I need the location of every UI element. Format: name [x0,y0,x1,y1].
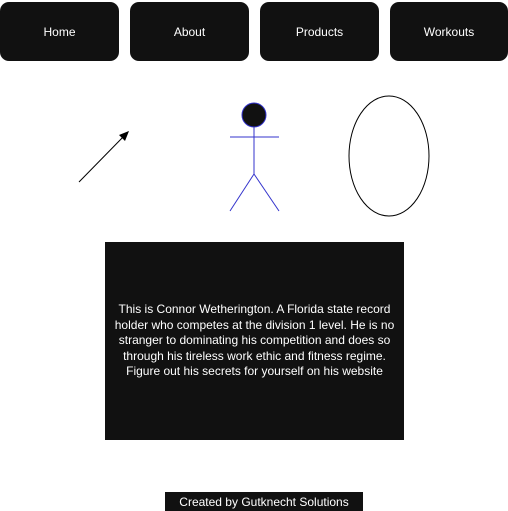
nav-products-button[interactable]: Products [260,2,379,61]
stick-figure-icon [229,102,280,212]
bio-panel: This is Connor Wetherington. A Florida s… [105,242,404,440]
bio-text: This is Connor Wetherington. A Florida s… [114,302,395,379]
nav-home-button[interactable]: Home [0,2,119,61]
nav-about-button[interactable]: About [130,2,249,61]
top-nav: Home About Products Workouts [0,2,508,61]
arrow-icon [78,131,129,183]
page: Home About Products Workouts This is Con… [0,0,508,511]
drawings-canvas [78,95,430,217]
footer-credit: Created by Gutknecht Solutions [165,492,363,511]
ellipse-shape [348,95,430,217]
nav-workouts-button[interactable]: Workouts [390,2,508,61]
